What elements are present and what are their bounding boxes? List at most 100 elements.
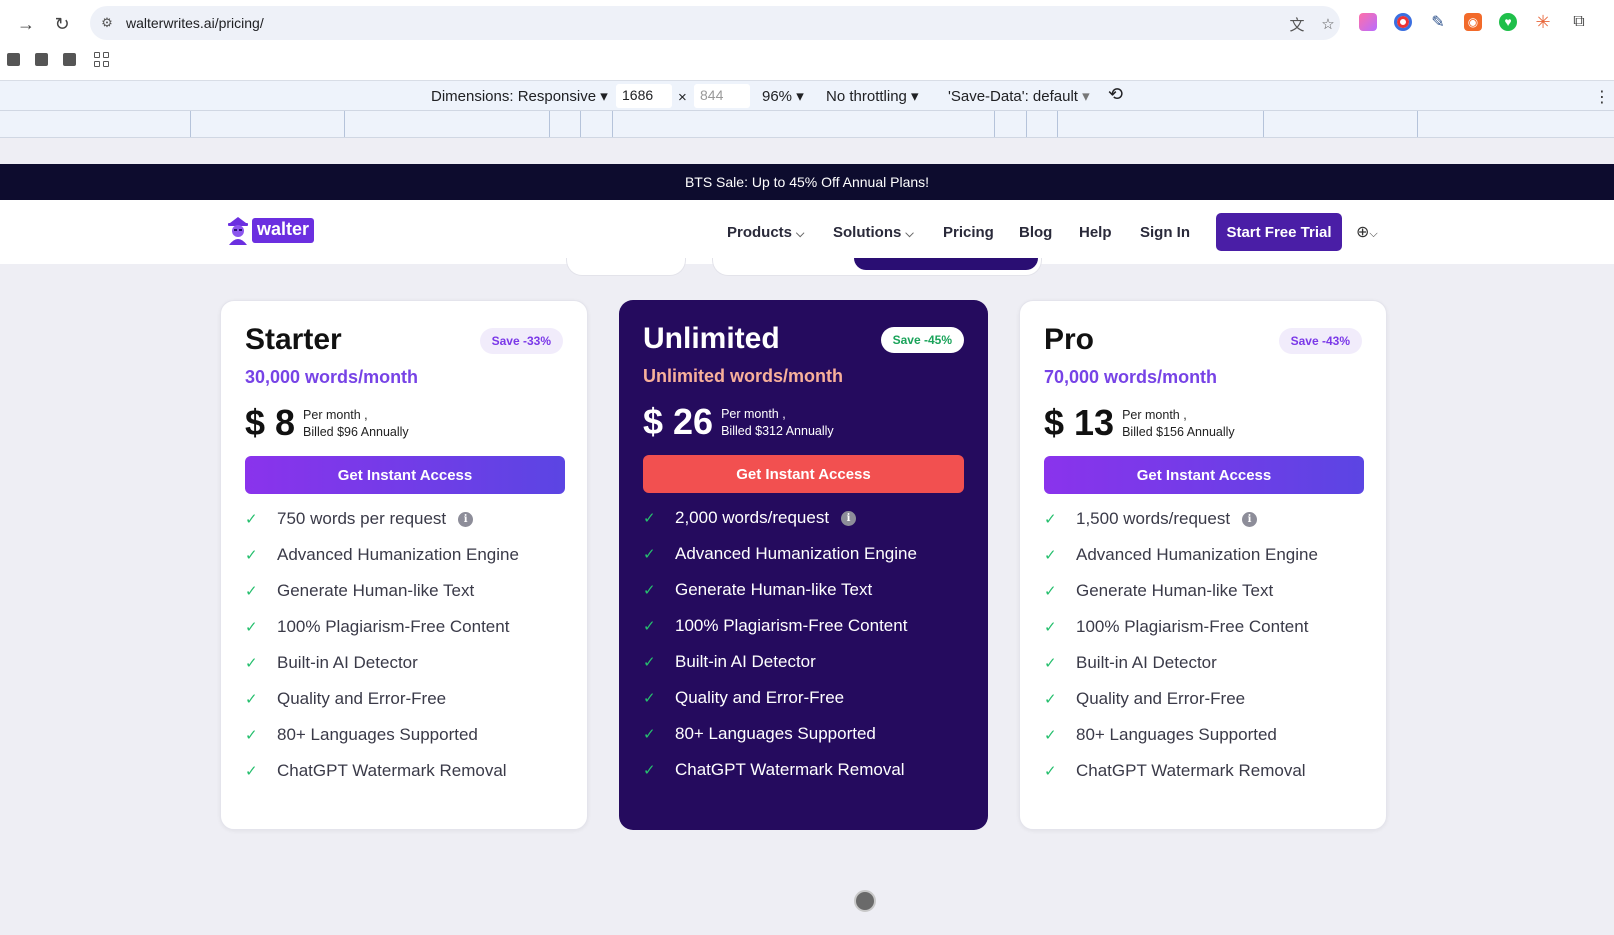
list-item: ✓ Built-in AI Detector [643, 644, 917, 680]
feature-text: 80+ Languages Supported [675, 724, 876, 743]
chevron-down-icon: ⌵ [796, 228, 805, 240]
feature-text: 1,500 words/request [1076, 509, 1231, 528]
price-row: $ 13 Per month , Billed $156 Annually [1044, 403, 1235, 443]
plan-name: Starter [245, 323, 342, 356]
language-selector[interactable]: ⊕⌵ [1356, 222, 1378, 242]
height-input[interactable]: 844 [694, 84, 750, 108]
list-item: ✓ 1,500 words/request i [1044, 501, 1318, 537]
ruler-tick [1026, 111, 1027, 137]
nav-products-label: Products [727, 224, 793, 241]
feature-text: 100% Plagiarism-Free Content [277, 617, 510, 636]
nav-help[interactable]: Help [1079, 224, 1112, 241]
forward-arrow-icon[interactable]: → [12, 10, 40, 38]
feature-text: ChatGPT Watermark Removal [277, 761, 507, 780]
throttling-select[interactable]: No throttling ▾ [826, 87, 919, 105]
get-access-button[interactable]: Get Instant Access [245, 456, 565, 494]
translate-icon[interactable]: 文 [1287, 14, 1307, 34]
feature-text: ChatGPT Watermark Removal [675, 760, 905, 779]
extension-gradient-icon[interactable] [1359, 13, 1377, 31]
feature-text: Advanced Humanization Engine [277, 545, 519, 564]
chevron-down-icon: ⌵ [905, 228, 914, 240]
ruler-tick [612, 111, 613, 137]
chevron-down-icon: ⌵ [1369, 228, 1378, 240]
info-icon[interactable]: i [458, 511, 474, 527]
apps-grid-icon[interactable] [94, 52, 109, 67]
billing-toggle-monthly[interactable] [566, 258, 686, 276]
site-header: walter Products ⌵ Solutions ⌵ Pricing Blog… [0, 200, 1614, 264]
list-item: ✓ Generate Human-like Text [245, 573, 519, 609]
rotate-icon[interactable]: ⟲ [1108, 84, 1123, 105]
feature-text: Quality and Error-Free [277, 689, 447, 708]
feature-text: ChatGPT Watermark Removal [1076, 761, 1306, 780]
zoom-label: 96% [762, 88, 793, 105]
dropdown-arrow-icon: ▾ [796, 88, 804, 105]
star-icon[interactable]: ☆ [1318, 14, 1338, 34]
logo[interactable]: walter [226, 215, 315, 245]
get-access-button[interactable]: Get Instant Access [643, 455, 964, 493]
extensions-puzzle-icon[interactable]: ⧉ [1570, 13, 1588, 31]
plan-name: Pro [1044, 323, 1095, 356]
width-input[interactable]: 1686 [616, 84, 672, 108]
ruler-tick [1263, 111, 1264, 137]
nav-pricing[interactable]: Pricing [943, 224, 994, 241]
bookmark-icon[interactable] [63, 53, 76, 66]
billing-period: Per month , [721, 407, 786, 421]
check-icon: ✓ [1044, 691, 1057, 708]
reload-icon[interactable]: ↻ [48, 10, 76, 38]
save-data-label: 'Save-Data': default [948, 88, 1078, 105]
get-access-button[interactable]: Get Instant Access [1044, 456, 1364, 494]
bookmark-icon[interactable] [35, 53, 48, 66]
save-data-select[interactable]: 'Save-Data': default ▾ [948, 87, 1090, 105]
list-item: ✓ 100% Plagiarism-Free Content [245, 609, 519, 645]
nav-sign-in[interactable]: Sign In [1140, 224, 1190, 241]
dimensions-select[interactable]: Dimensions: Responsive ▾ [431, 87, 608, 105]
nav-blog[interactable]: Blog [1019, 224, 1052, 241]
info-icon[interactable]: i [841, 510, 857, 526]
media-query-ruler[interactable] [0, 110, 1614, 138]
promo-banner[interactable]: BTS Sale: Up to 45% Off Annual Plans! [0, 164, 1614, 200]
feature-list: ✓ 1,500 words/request i ✓ Advanced Humaniza… [1044, 501, 1318, 789]
check-icon: ✓ [245, 691, 258, 708]
save-badge: Save -43% [1278, 328, 1362, 354]
dimensions-label: Dimensions: Responsive [431, 88, 597, 105]
nav-solutions-label: Solutions [833, 224, 902, 241]
extension-rss-icon[interactable]: ◉ [1464, 13, 1482, 31]
billing-info: Per month , Billed $312 Annually [721, 406, 834, 440]
feature-text: 80+ Languages Supported [1076, 725, 1277, 744]
throttling-label: No throttling [826, 88, 907, 105]
extension-heart-icon[interactable]: ♥ [1499, 13, 1517, 31]
extension-asterisk-icon[interactable]: ✳ [1534, 12, 1552, 32]
ruler-tick [994, 111, 995, 137]
extension-circle-icon[interactable] [1394, 13, 1412, 31]
start-free-trial-button[interactable]: Start Free Trial [1216, 213, 1342, 251]
feature-text: Generate Human-like Text [675, 580, 873, 599]
info-icon[interactable]: i [1242, 511, 1258, 527]
plan-words: 70,000 words/month [1044, 367, 1218, 387]
list-item: ✓ Quality and Error-Free [1044, 681, 1318, 717]
extension-pen-icon[interactable]: ✎ [1429, 13, 1447, 31]
billing-annual: Billed $96 Annually [303, 425, 409, 439]
touch-cursor-dot [854, 890, 876, 912]
check-icon: ✓ [1044, 583, 1057, 600]
billing-toggle-annual[interactable] [854, 258, 1038, 270]
plan-card-starter: Starter Save -33% 30,000 words/month $ 8… [220, 300, 588, 830]
list-item: ✓ Advanced Humanization Engine [1044, 537, 1318, 573]
check-icon: ✓ [245, 583, 258, 600]
list-item: ✓ 80+ Languages Supported [245, 717, 519, 753]
list-item: ✓ 80+ Languages Supported [1044, 717, 1318, 753]
nav-solutions[interactable]: Solutions ⌵ [833, 224, 914, 241]
bookmark-icon[interactable] [7, 53, 20, 66]
feature-text: 750 words per request [277, 509, 447, 528]
check-icon: ✓ [1044, 511, 1057, 528]
zoom-select[interactable]: 96% ▾ [762, 87, 804, 105]
billing-info: Per month , Billed $156 Annually [1122, 407, 1235, 441]
site-settings-icon[interactable]: ⚙ [98, 14, 116, 32]
address-bar[interactable]: ⚙ walterwrites.ai/pricing/ 文 ☆ [90, 6, 1340, 40]
feature-text: 100% Plagiarism-Free Content [675, 616, 908, 635]
list-item: ✓ ChatGPT Watermark Removal [1044, 753, 1318, 789]
more-options-icon[interactable]: ⋮ [1594, 87, 1610, 107]
nav-products[interactable]: Products ⌵ [727, 224, 804, 241]
feature-text: 80+ Languages Supported [277, 725, 478, 744]
browser-toolbar: → ↻ ⚙ walterwrites.ai/pricing/ 文 ☆ ✎ ◉ ♥… [0, 0, 1614, 80]
url-text[interactable]: walterwrites.ai/pricing/ [126, 15, 264, 31]
